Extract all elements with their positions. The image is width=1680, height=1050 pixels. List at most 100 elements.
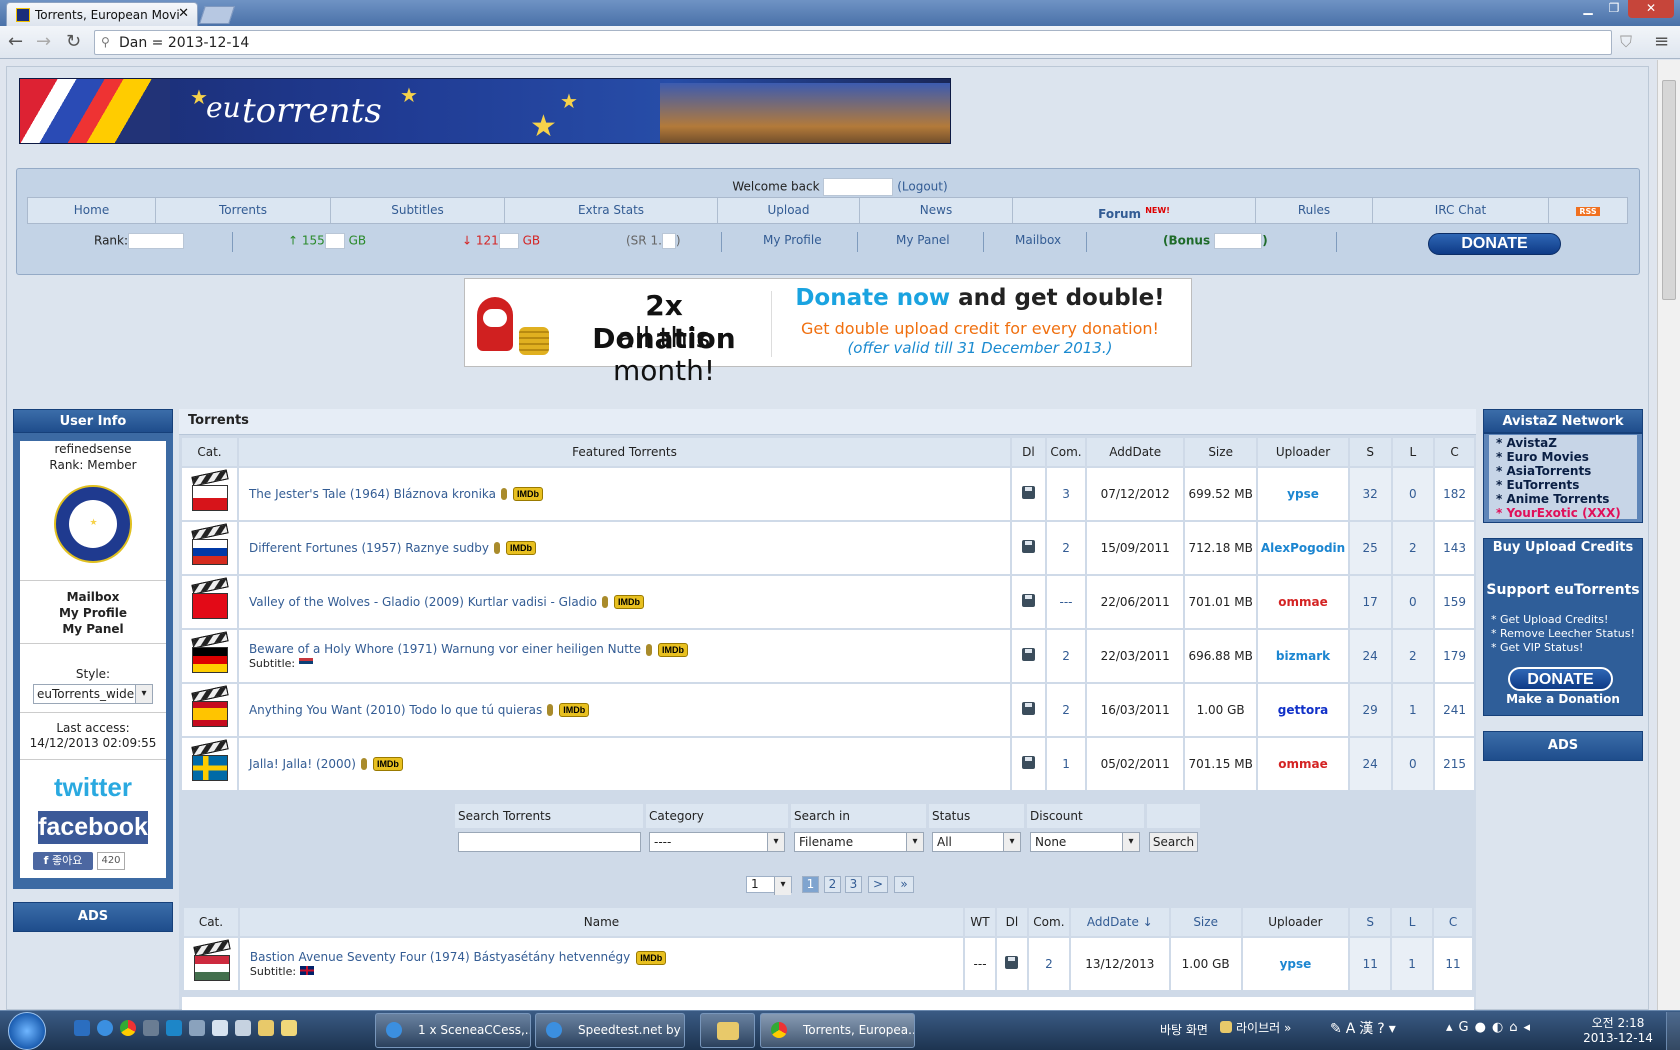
- com-cell[interactable]: 2: [1044, 682, 1088, 738]
- com-cell[interactable]: 1: [1044, 736, 1088, 792]
- sidebar-my-panel-link[interactable]: My Panel: [20, 622, 166, 636]
- leechers-cell[interactable]: 0: [1390, 574, 1436, 630]
- completed-cell[interactable]: 11: [1432, 936, 1474, 992]
- search-button[interactable]: Search: [1149, 832, 1198, 852]
- seeders-cell[interactable]: 29: [1347, 682, 1393, 738]
- uploader-cell[interactable]: AlexPogodin: [1256, 520, 1350, 576]
- torrent-link[interactable]: Valley of the Wolves - Gladio (2009) Kur…: [249, 595, 597, 609]
- search-input[interactable]: [458, 832, 641, 852]
- show-desktop-button[interactable]: [1666, 1012, 1680, 1050]
- category-icon[interactable]: [189, 738, 230, 785]
- menu-extra-stats[interactable]: Extra Stats: [505, 198, 718, 223]
- imdb-icon[interactable]: IMDb: [372, 757, 403, 772]
- make-donation-link[interactable]: Make a Donation: [1483, 692, 1643, 706]
- dl-cell[interactable]: [1010, 520, 1047, 576]
- torrent-link[interactable]: Bastion Avenue Seventy Four (1974) Básty…: [250, 950, 630, 964]
- category-select[interactable]: ----: [649, 832, 785, 852]
- imdb-icon[interactable]: IMDb: [559, 703, 590, 718]
- network-item-yourexotic[interactable]: * YourExotic (XXX): [1496, 506, 1621, 520]
- dl-cell[interactable]: [1010, 466, 1047, 522]
- torrent-link[interactable]: Anything You Want (2010) Todo lo que tú …: [249, 703, 542, 717]
- clock-date[interactable]: 2013-12-14: [1578, 1031, 1658, 1045]
- dl-cell[interactable]: [1010, 628, 1047, 684]
- app-icon[interactable]: [212, 1020, 228, 1036]
- leechers-cell[interactable]: 2: [1390, 520, 1436, 576]
- page-1[interactable]: 1: [802, 876, 819, 893]
- app-icon[interactable]: [143, 1020, 159, 1036]
- search-in-select[interactable]: Filename: [794, 832, 924, 852]
- my-panel-link[interactable]: My Panel: [896, 233, 950, 247]
- category-icon[interactable]: [189, 522, 230, 569]
- clock-time[interactable]: 오전 2:18: [1578, 1014, 1658, 1031]
- start-button[interactable]: [8, 1012, 46, 1050]
- category-icon[interactable]: [191, 938, 231, 985]
- facebook-like-button[interactable]: f 좋아요: [33, 852, 93, 870]
- shield-icon[interactable]: ⛉: [1620, 32, 1632, 52]
- close-window-button[interactable]: ✕: [1628, 0, 1674, 18]
- ime-bar[interactable]: ✎A漢?▾: [1330, 1018, 1440, 1040]
- category-icon[interactable]: [189, 630, 230, 677]
- facebook-logo[interactable]: facebook: [38, 811, 148, 844]
- uploader-cell[interactable]: ommae: [1256, 574, 1350, 630]
- app-icon[interactable]: [166, 1020, 182, 1036]
- download-icon[interactable]: [1021, 540, 1035, 553]
- completed-cell[interactable]: 179: [1433, 628, 1476, 684]
- torrent-link[interactable]: Beware of a Holy Whore (1971) Warnung vo…: [249, 642, 641, 656]
- download-icon[interactable]: [1021, 702, 1035, 715]
- sidebar-my-profile-link[interactable]: My Profile: [20, 606, 166, 620]
- network-item-avistaz[interactable]: * AvistaZ: [1496, 436, 1621, 450]
- minimize-button[interactable]: ▁: [1574, 0, 1602, 18]
- seeders-cell[interactable]: 24: [1347, 628, 1393, 684]
- com-cell[interactable]: ---: [1044, 574, 1088, 630]
- menu-subtitles[interactable]: Subtitles: [331, 198, 505, 223]
- download-icon[interactable]: [1021, 486, 1035, 499]
- page-select[interactable]: 1: [746, 876, 792, 895]
- menu-irc-chat[interactable]: IRC Chat: [1373, 198, 1549, 223]
- imdb-icon[interactable]: IMDb: [513, 487, 544, 502]
- download-icon[interactable]: [1021, 594, 1035, 607]
- completed-cell[interactable]: 182: [1433, 466, 1476, 522]
- mailbox-link[interactable]: Mailbox: [1015, 233, 1061, 247]
- library-toolbar[interactable]: 라이브러 »: [1220, 1019, 1291, 1036]
- system-tray[interactable]: ▴G●◐⌂◂: [1446, 1020, 1566, 1038]
- desktop-toolbar[interactable]: 바탕 화면: [1160, 1021, 1208, 1038]
- folder-icon[interactable]: [258, 1020, 274, 1036]
- leechers-cell[interactable]: 0: [1390, 736, 1436, 792]
- com-cell[interactable]: 3: [1044, 466, 1088, 522]
- dl-cell[interactable]: [1010, 682, 1047, 738]
- col-name[interactable]: Name: [237, 906, 966, 938]
- col-c[interactable]: C: [1432, 906, 1474, 938]
- dl-cell[interactable]: [1010, 736, 1047, 792]
- status-select[interactable]: All: [932, 832, 1021, 852]
- network-item-anime-torrents[interactable]: * Anime Torrents: [1496, 492, 1621, 506]
- back-icon[interactable]: ←: [8, 31, 23, 52]
- taskbar-item-ie-2[interactable]: Speedtest.net by ...: [535, 1013, 685, 1048]
- com-cell[interactable]: 2: [1044, 628, 1088, 684]
- my-profile-link[interactable]: My Profile: [763, 233, 822, 247]
- twitter-logo[interactable]: twitter: [38, 772, 148, 803]
- imdb-icon[interactable]: IMDb: [636, 950, 667, 965]
- leechers-cell[interactable]: 0: [1390, 466, 1436, 522]
- menu-home[interactable]: Home: [28, 198, 156, 223]
- com-cell[interactable]: 2: [1026, 936, 1071, 992]
- page-3[interactable]: 3: [845, 876, 862, 893]
- uploader-cell[interactable]: ypse: [1256, 466, 1350, 522]
- leechers-cell[interactable]: 1: [1390, 936, 1435, 992]
- taskbar-item-ie-1[interactable]: 1 x SceneaCCess,...: [375, 1013, 531, 1048]
- col-size[interactable]: Size: [1168, 906, 1243, 938]
- leechers-cell[interactable]: 2: [1390, 628, 1436, 684]
- dl-cell[interactable]: [995, 936, 1029, 992]
- page-next[interactable]: >: [868, 876, 888, 893]
- network-item-eutorrents[interactable]: * EuTorrents: [1496, 478, 1621, 492]
- reload-icon[interactable]: ↻: [66, 31, 81, 52]
- category-icon[interactable]: [189, 468, 230, 515]
- chrome-icon[interactable]: [120, 1020, 136, 1036]
- network-item-asiatorrents[interactable]: * AsiaTorrents: [1496, 464, 1621, 478]
- seeders-cell[interactable]: 24: [1347, 736, 1393, 792]
- taskbar-explorer[interactable]: [700, 1013, 755, 1048]
- imdb-icon[interactable]: IMDb: [658, 642, 689, 657]
- seeders-cell[interactable]: 25: [1347, 520, 1393, 576]
- donation-promo-banner[interactable]: 2x Donation all this month! Donate now a…: [464, 278, 1192, 387]
- sidebar-mailbox-link[interactable]: Mailbox: [20, 590, 166, 604]
- leechers-cell[interactable]: 1: [1390, 682, 1436, 738]
